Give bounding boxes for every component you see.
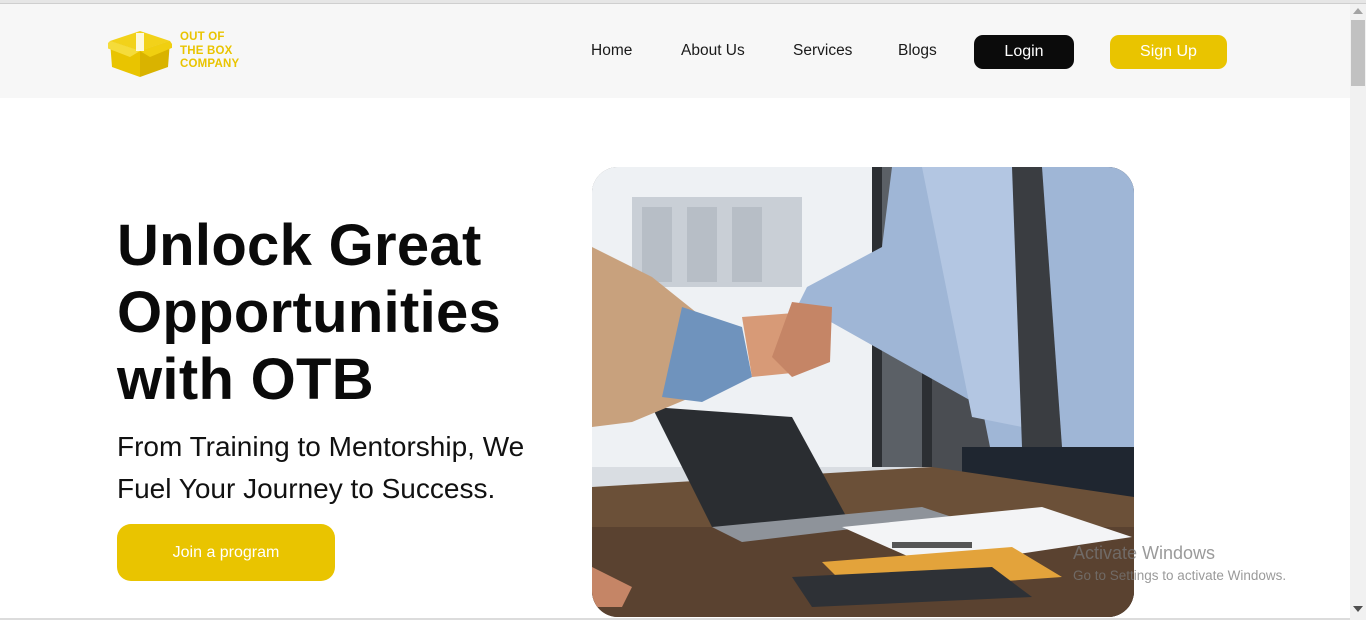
handshake-photo: [592, 167, 1134, 617]
brand-line-2: THE BOX: [180, 44, 233, 57]
nav-link-about-us[interactable]: About Us: [681, 42, 745, 60]
brand-name: OUT OF THE BOX COMPANY: [180, 31, 239, 72]
handshake-illustration: [592, 167, 1134, 617]
hero-subtitle-line-2: Fuel Your Journey to Success.: [117, 473, 496, 504]
vertical-scrollbar[interactable]: [1350, 4, 1366, 620]
hero-title-line-2: Opportunities: [117, 280, 502, 345]
sign-up-button[interactable]: Sign Up: [1110, 35, 1227, 69]
activate-windows-subtitle: Go to Settings to activate Windows.: [1073, 568, 1287, 583]
brand-logo[interactable]: OUT OF THE BOX COMPANY: [108, 29, 258, 79]
brand-line-1: OUT OF: [180, 31, 225, 43]
nav-link-blogs[interactable]: Blogs: [898, 42, 937, 60]
hero-subtitle-line-1: From Training to Mentorship, We: [117, 431, 525, 462]
hero-title-line-1: Unlock Great: [117, 213, 482, 278]
hero-title-line-3: with OTB: [117, 347, 374, 412]
nav-link-services[interactable]: Services: [793, 42, 852, 60]
scrollbar-thumb[interactable]: [1351, 20, 1365, 86]
scroll-down-icon[interactable]: [1353, 606, 1363, 612]
box-icon: [108, 31, 172, 77]
scroll-up-icon[interactable]: [1353, 8, 1363, 14]
brand-line-3: COMPANY: [180, 58, 240, 70]
hero-subtitle: From Training to Mentorship, We Fuel You…: [117, 426, 587, 510]
join-program-button[interactable]: Join a program: [117, 524, 335, 581]
nav-link-home[interactable]: Home: [591, 42, 632, 60]
site-header: OUT OF THE BOX COMPANY Home About Us Ser…: [0, 4, 1350, 98]
activate-windows-title: Activate Windows: [1073, 543, 1216, 563]
hero-title: Unlock Great Opportunities with OTB: [117, 212, 567, 413]
login-button[interactable]: Login: [974, 35, 1074, 69]
